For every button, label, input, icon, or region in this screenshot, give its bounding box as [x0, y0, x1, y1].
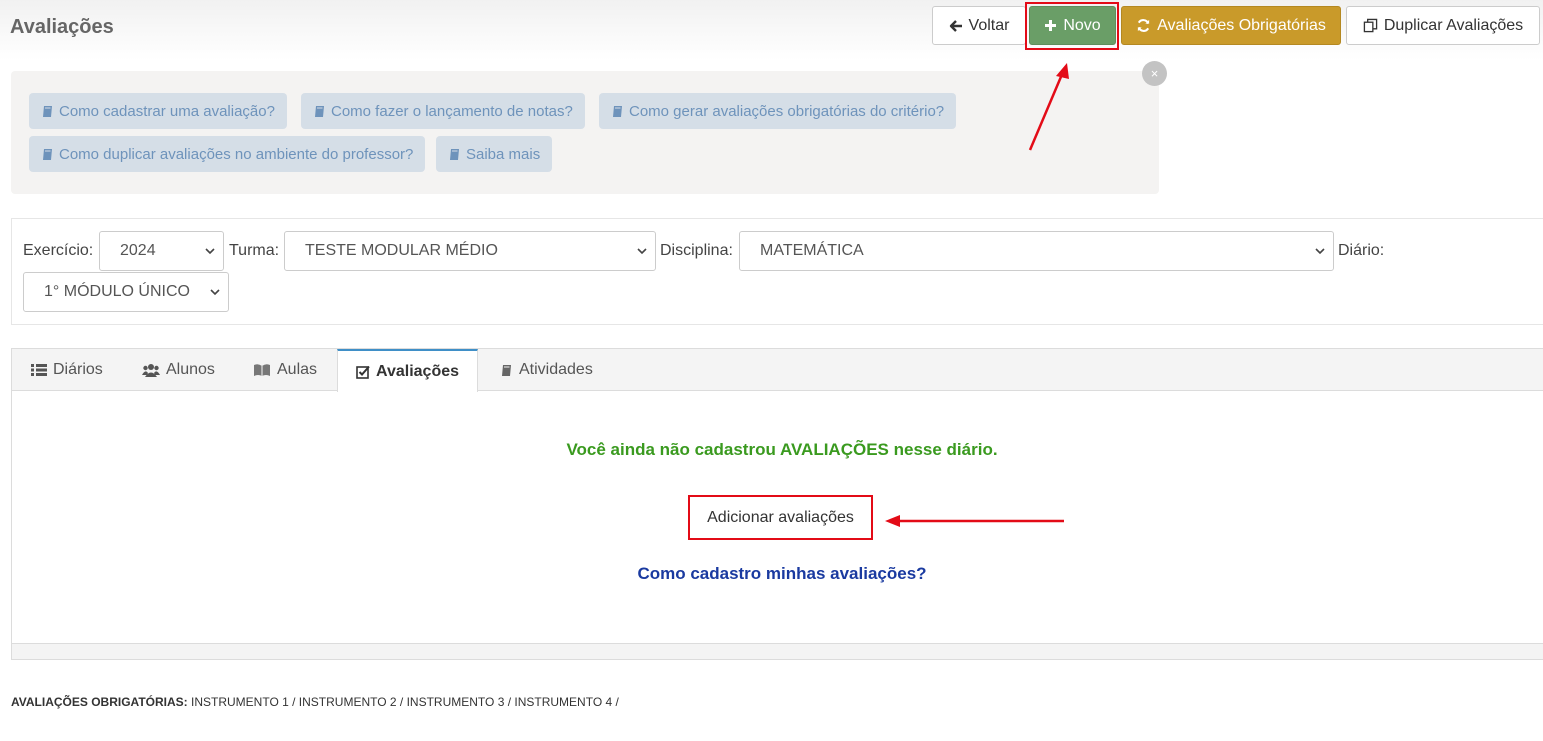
empty-message-prefix: Você ainda não cadastrou: [566, 440, 780, 459]
turma-label: Turma:: [229, 242, 280, 259]
tab-label: Atividades: [519, 361, 593, 378]
help-link-duplicate[interactable]: Como duplicar avaliações no ambiente do …: [29, 136, 426, 172]
page-title: Avaliações: [10, 16, 114, 38]
tab-label: Aulas: [277, 361, 318, 378]
book-icon: [613, 105, 622, 117]
turma-value: TESTE MODULAR MÉDIO: [305, 242, 498, 259]
plus-icon: [1045, 20, 1057, 31]
add-assessments-label: Adicionar avaliações: [707, 508, 854, 526]
add-assessments-button[interactable]: Adicionar avaliações: [688, 495, 873, 540]
close-help-button[interactable]: ×: [1142, 61, 1167, 86]
help-link-grades[interactable]: Como fazer o lançamento de notas?: [301, 93, 585, 129]
diario-label: Diário:: [1338, 242, 1385, 259]
help-link-learn-more[interactable]: Saiba mais: [436, 136, 553, 172]
tab-label: Avaliações: [376, 362, 460, 380]
help-link-label: Como gerar avaliações obrigatórias do cr…: [629, 102, 945, 120]
empty-message-suffix: nesse diário.: [888, 440, 998, 459]
new-button-label: Novo: [1063, 16, 1101, 34]
empty-state-message: Você ainda não cadastrou AVALIAÇÕES ness…: [12, 440, 1543, 460]
help-link-label: Como duplicar avaliações no ambiente do …: [59, 145, 414, 163]
tab-label: Diários: [53, 361, 103, 378]
how-to-register-link[interactable]: Como cadastro minhas avaliações?: [12, 564, 1543, 584]
book-icon: [43, 105, 52, 117]
mandatory-footer-label: AVALIAÇÕES OBRIGATÓRIAS:: [11, 695, 188, 709]
book-open-icon: [254, 364, 270, 376]
tab-atividades[interactable]: Atividades: [490, 349, 603, 391]
mandatory-footer-items: INSTRUMENTO 1 / INSTRUMENTO 2 / INSTRUME…: [191, 695, 619, 709]
back-button-label: Voltar: [968, 16, 1010, 34]
help-link-label: Saiba mais: [466, 145, 541, 163]
tab-avaliacoes[interactable]: Avaliações: [337, 349, 479, 392]
disciplina-label: Disciplina:: [660, 242, 733, 259]
how-to-register-label: Como cadastro minhas avaliações?: [637, 564, 927, 583]
duplicate-assessments-button[interactable]: Duplicar Avaliações: [1346, 6, 1540, 45]
chevron-down-icon: [637, 248, 647, 255]
mandatory-assessments-button[interactable]: Avaliações Obrigatórias: [1121, 6, 1341, 45]
check-square-icon: [356, 365, 370, 379]
book-icon: [43, 148, 52, 160]
refresh-icon: [1137, 19, 1150, 32]
tab-aulas[interactable]: Aulas: [243, 349, 327, 391]
chevron-down-icon: [205, 248, 215, 255]
book-icon: [315, 105, 324, 117]
tab-alunos[interactable]: Alunos: [132, 349, 225, 391]
disciplina-select[interactable]: MATEMÁTICA: [739, 231, 1334, 271]
book-icon: [450, 148, 459, 160]
mandatory-assessments-label: Avaliações Obrigatórias: [1157, 16, 1326, 34]
tab-bar: Diários Alunos Aulas Avaliações Atividad…: [12, 349, 1543, 392]
empty-message-highlight: AVALIAÇÕES: [779, 440, 889, 459]
tab-label: Alunos: [166, 361, 215, 378]
new-button[interactable]: Novo: [1029, 6, 1116, 45]
arrow-left-icon: [949, 19, 962, 32]
diario-value: 1° MÓDULO ÚNICO: [44, 283, 190, 300]
copy-icon: [1363, 18, 1378, 33]
help-link-register[interactable]: Como cadastrar uma avaliação?: [29, 93, 287, 129]
help-panel: Como cadastrar uma avaliação? Como fazer…: [11, 71, 1159, 194]
exercicio-select[interactable]: 2024: [99, 231, 224, 271]
help-link-mandatory[interactable]: Como gerar avaliações obrigatórias do cr…: [599, 93, 957, 129]
mandatory-assessments-footer: AVALIAÇÕES OBRIGATÓRIAS: INSTRUMENTO 1 /…: [11, 695, 619, 709]
chevron-down-icon: [1315, 248, 1325, 255]
turma-select[interactable]: TESTE MODULAR MÉDIO: [284, 231, 656, 271]
exercicio-label: Exercício:: [23, 242, 94, 259]
diario-select[interactable]: 1° MÓDULO ÚNICO: [23, 272, 229, 312]
disciplina-value: MATEMÁTICA: [760, 242, 864, 259]
help-link-label: Como cadastrar uma avaliação?: [59, 102, 275, 120]
users-icon: [142, 364, 160, 377]
help-link-label: Como fazer o lançamento de notas?: [331, 102, 573, 120]
close-icon: ×: [1150, 66, 1159, 81]
book-icon: [502, 364, 511, 376]
duplicate-assessments-label: Duplicar Avaliações: [1383, 16, 1524, 34]
chevron-down-icon: [210, 289, 220, 296]
exercicio-value: 2024: [120, 242, 156, 259]
list-icon: [31, 364, 47, 376]
tab-diarios[interactable]: Diários: [21, 349, 113, 391]
filters-panel: Exercício: 2024 Turma: TESTE MODULAR MÉD…: [11, 218, 1543, 325]
tab-panel-footer: [12, 643, 1543, 659]
back-button[interactable]: Voltar: [932, 6, 1026, 45]
